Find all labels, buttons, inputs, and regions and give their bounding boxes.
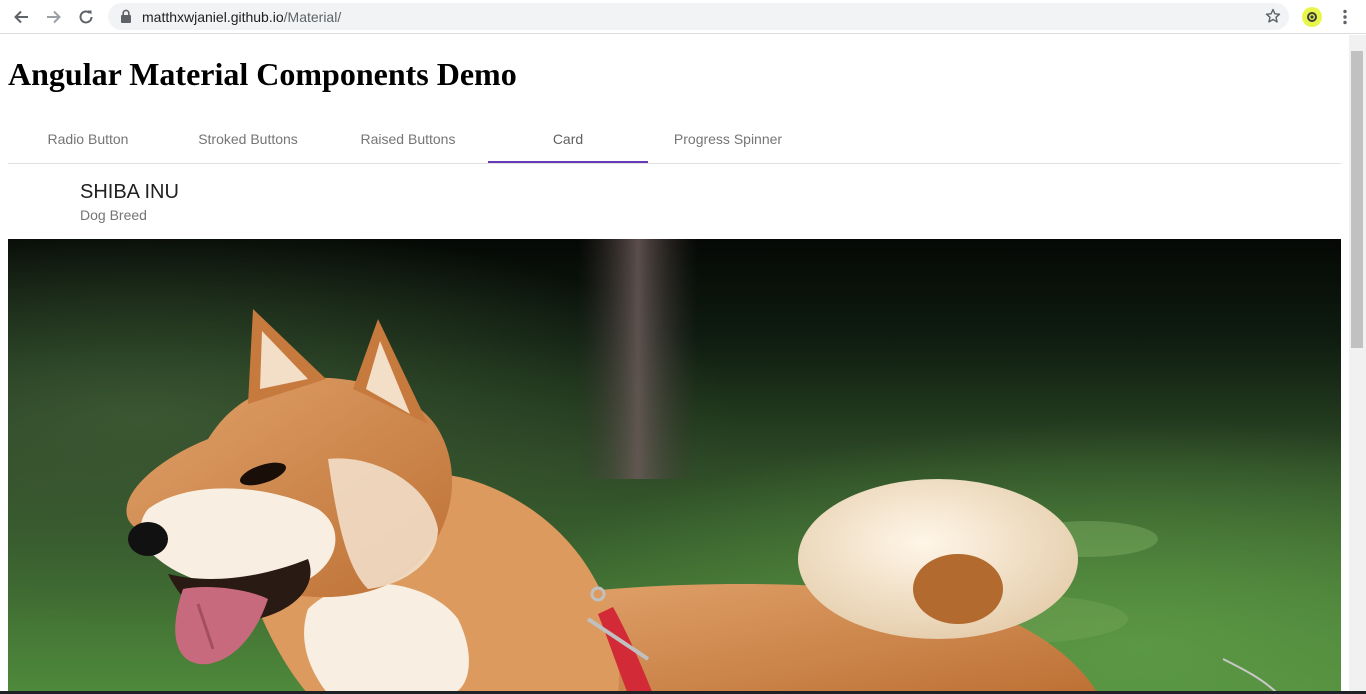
extension-button[interactable] bbox=[1300, 5, 1324, 29]
tab-stroked-buttons[interactable]: Stroked Buttons bbox=[168, 115, 328, 163]
kebab-menu-icon bbox=[1343, 9, 1347, 25]
card-subtitle: Dog Breed bbox=[80, 207, 147, 223]
lock-icon bbox=[121, 9, 131, 23]
tab-bar: Radio Button Stroked Buttons Raised Butt… bbox=[8, 115, 1341, 164]
page-viewport: Angular Material Components Demo Radio B… bbox=[0, 35, 1349, 694]
card-image bbox=[8, 239, 1341, 694]
page-scrollbar[interactable] bbox=[1349, 35, 1366, 694]
url-text: matthxwjaniel.github.io/Material/ bbox=[142, 9, 341, 25]
reload-button[interactable] bbox=[74, 5, 98, 29]
page-title: Angular Material Components Demo bbox=[8, 56, 517, 92]
forward-arrow-icon bbox=[47, 10, 61, 24]
forward-button[interactable] bbox=[42, 5, 66, 29]
active-tab-indicator bbox=[488, 161, 648, 163]
url-host: matthxwjaniel.github.io bbox=[142, 9, 284, 25]
back-arrow-icon bbox=[14, 10, 28, 24]
scrollbar-thumb[interactable] bbox=[1351, 51, 1363, 348]
browser-toolbar: matthxwjaniel.github.io/Material/ bbox=[0, 0, 1366, 34]
tab-radio-button[interactable]: Radio Button bbox=[8, 115, 168, 163]
tab-progress-spinner[interactable]: Progress Spinner bbox=[648, 115, 808, 163]
address-bar[interactable]: matthxwjaniel.github.io/Material/ bbox=[108, 3, 1289, 30]
extension-icon bbox=[1302, 7, 1322, 27]
tab-card[interactable]: Card bbox=[488, 115, 648, 163]
reload-icon bbox=[79, 10, 93, 24]
bookmark-star-icon[interactable] bbox=[1265, 8, 1281, 24]
browser-menu-button[interactable] bbox=[1333, 5, 1357, 29]
shiba-inu-photo bbox=[8, 239, 1341, 694]
back-button[interactable] bbox=[9, 5, 33, 29]
card-title: SHIBA INU bbox=[80, 181, 179, 203]
tab-raised-buttons[interactable]: Raised Buttons bbox=[328, 115, 488, 163]
url-path: /Material/ bbox=[283, 9, 342, 25]
